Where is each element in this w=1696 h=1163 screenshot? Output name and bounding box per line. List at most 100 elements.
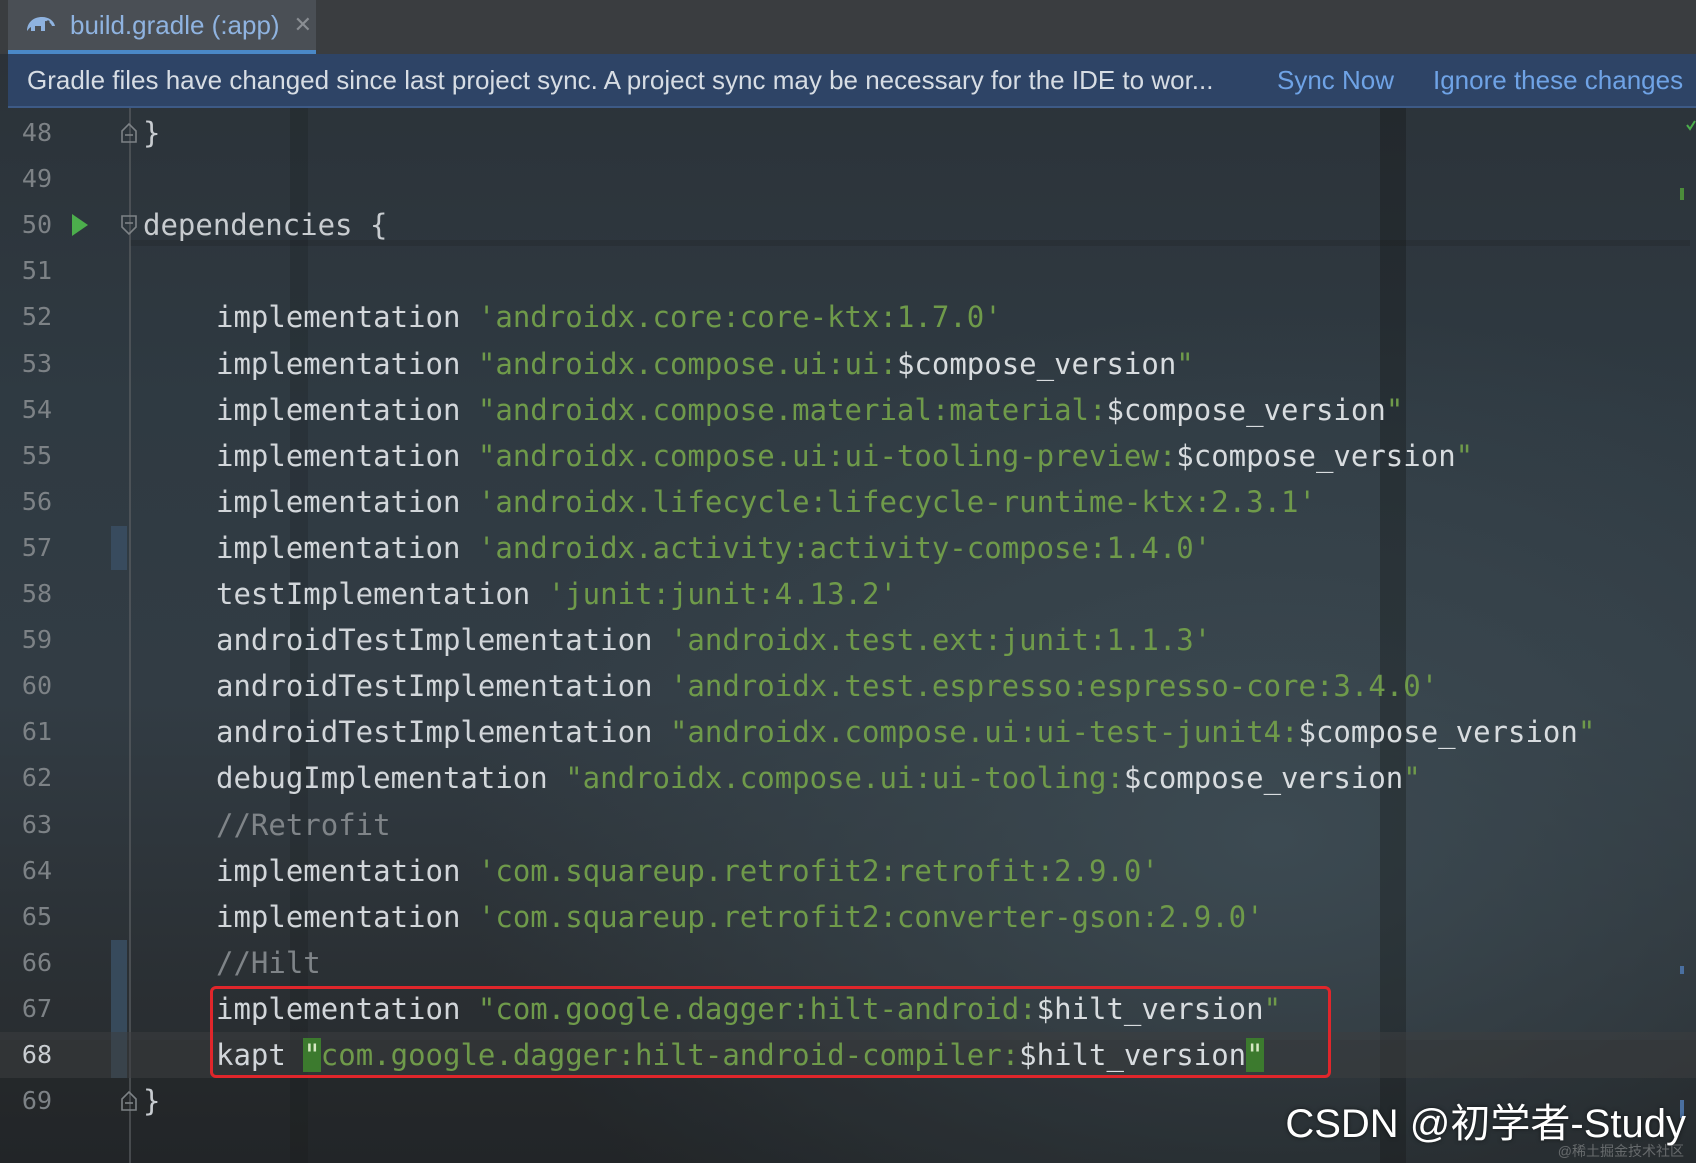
code-line[interactable]: 58 testImplementation 'junit:junit:4.13.2…	[0, 571, 1696, 617]
code-string: 'androidx.test.ext:junit:1.1.3'	[669, 623, 1212, 658]
fold-marker-icon[interactable]	[119, 122, 139, 144]
editor-tab-bar: build.gradle (:app) ✕	[0, 0, 1696, 54]
code-keyword: implementation	[216, 899, 478, 934]
gradle-sync-notification: Gradle files have changed since last pro…	[8, 54, 1696, 108]
code-text: //Retrofit	[216, 802, 391, 848]
code-keyword: implementation	[216, 300, 478, 335]
code-template-variable: $compose_version	[1106, 392, 1386, 427]
code-comment: //Hilt	[216, 945, 321, 980]
code-keyword: debugImplementation	[216, 761, 566, 796]
line-number: 49	[21, 164, 52, 194]
code-template-variable: $compose_version	[1298, 715, 1578, 750]
code-string: "androidx.compose.material:material:	[477, 392, 1107, 427]
code-text: androidTestImplementation 'androidx.test…	[216, 617, 1211, 663]
code-text: implementation "androidx.compose.materia…	[216, 387, 1403, 433]
code-line[interactable]: 50 dependencies {	[0, 202, 1696, 248]
code-text: debugImplementation "androidx.compose.ui…	[216, 755, 1421, 801]
code-line[interactable]: 52 implementation 'androidx.core:core-ktx…	[0, 294, 1696, 340]
run-gutter-icon[interactable]	[72, 214, 88, 237]
code-line[interactable]: 55 implementation "androidx.compose.ui:ui…	[0, 433, 1696, 479]
code-keyword: androidTestImplementation	[216, 623, 670, 658]
code-string: 'junit:junit:4.13.2'	[547, 577, 897, 611]
highlight-box	[210, 986, 1331, 1078]
line-number: 57	[21, 532, 52, 562]
code-text: //Hilt	[216, 940, 321, 986]
line-number: 67	[21, 993, 52, 1023]
code-keyword: implementation	[216, 484, 478, 519]
line-number: 62	[21, 763, 52, 793]
code-text: }	[143, 1084, 161, 1119]
code-text: implementation 'com.squareup.retrofit2:c…	[216, 894, 1264, 940]
code-line[interactable]: 60 androidTestImplementation 'androidx.te…	[0, 663, 1696, 709]
code-line[interactable]: 54 implementation "androidx.compose.mater…	[0, 387, 1696, 433]
line-number: 58	[21, 579, 52, 608]
code-text: }	[143, 116, 161, 150]
tab-build-gradle[interactable]: build.gradle (:app) ✕	[8, 0, 316, 54]
code-line[interactable]: 53 implementation "androidx.compose.ui:ui…	[0, 341, 1696, 387]
code-keyword: implementation	[216, 530, 478, 565]
code-line[interactable]: 65 implementation 'com.squareup.retrofit2…	[0, 894, 1696, 940]
code-line[interactable]: 57 implementation 'androidx.activity:acti…	[0, 525, 1696, 571]
ide-window: { "tab": { "icon": "gradle-elephant-icon…	[0, 0, 1696, 1163]
code-text: dependencies {	[143, 208, 388, 243]
code-string: 'com.squareup.retrofit2:retrofit:2.9.0'	[477, 853, 1159, 888]
code-string: "androidx.compose.ui:ui:	[477, 346, 897, 381]
code-text: implementation "androidx.compose.ui:ui:$…	[216, 341, 1194, 387]
code-string: "androidx.compose.ui:ui-tooling:	[565, 761, 1124, 796]
sync-now-link[interactable]: Sync Now	[1277, 65, 1394, 96]
code-string: 'androidx.test.espresso:espresso-core:3.…	[669, 669, 1439, 704]
code-template-variable: $compose_version	[896, 346, 1177, 381]
code-line[interactable]: 62 debugImplementation "androidx.compose.…	[0, 755, 1696, 801]
code-line[interactable]: 56 implementation 'androidx.lifecycle:lif…	[0, 479, 1696, 525]
code-line[interactable]: 59 androidTestImplementation 'androidx.te…	[0, 617, 1696, 663]
close-icon[interactable]: ✕	[294, 13, 312, 38]
code-line[interactable]: 51	[0, 248, 1696, 294]
line-number: 54	[21, 394, 52, 424]
code-text: implementation 'androidx.core:core-ktx:1…	[216, 294, 1002, 340]
code-text: implementation 'com.squareup.retrofit2:r…	[216, 848, 1159, 894]
code-string: "androidx.compose.ui:ui-test-junit4:	[669, 715, 1299, 750]
line-number: 51	[21, 256, 52, 286]
line-number: 52	[21, 302, 52, 332]
line-number: 56	[21, 486, 52, 516]
code-string-end: "	[1577, 715, 1596, 750]
line-number: 53	[21, 348, 52, 378]
fold-marker-icon[interactable]	[119, 214, 139, 236]
code-text: implementation 'androidx.activity:activi…	[216, 525, 1211, 571]
code-comment: //Retrofit	[216, 807, 391, 842]
code-line[interactable]: 66 //Hilt	[0, 940, 1696, 986]
code-keyword: androidTestImplementation	[216, 715, 670, 750]
code-template-variable: $compose_version	[1123, 761, 1404, 796]
code-keyword: implementation	[216, 346, 478, 381]
code-string: "androidx.compose.ui:ui-tooling-preview:	[477, 438, 1177, 473]
tab-label: build.gradle (:app)	[70, 9, 280, 40]
watermark-sub: @稀土掘金技术社区	[1557, 1143, 1684, 1159]
code-string: 'androidx.activity:activity-compose:1.4.…	[477, 530, 1212, 565]
code-line[interactable]: 63 //Retrofit	[0, 802, 1696, 848]
code-line[interactable]: 49	[0, 156, 1696, 202]
code-line[interactable]: 64 implementation 'com.squareup.retrofit2…	[0, 848, 1696, 894]
line-number: 66	[21, 947, 52, 977]
ignore-changes-link[interactable]: Ignore these changes	[1433, 65, 1683, 96]
line-number: 64	[21, 855, 52, 885]
line-number: 48	[21, 118, 52, 147]
code-template-variable: $compose_version	[1176, 438, 1456, 473]
gradle-elephant-icon	[24, 12, 58, 38]
line-number: 59	[21, 625, 52, 655]
line-number: 60	[21, 671, 52, 701]
notification-message: Gradle files have changed since last pro…	[27, 64, 1214, 95]
code-keyword: testImplementation	[216, 577, 548, 611]
code-string: 'androidx.core:core-ktx:1.7.0'	[477, 300, 1002, 335]
code-string-end: "	[1385, 392, 1404, 427]
code-string-end: "	[1403, 761, 1421, 796]
code-line[interactable]: 48}	[0, 110, 1696, 156]
code-text: testImplementation 'junit:junit:4.13.2'	[216, 571, 897, 617]
line-number: 65	[21, 901, 52, 931]
line-number: 50	[21, 210, 52, 240]
fold-marker-icon[interactable]	[119, 1090, 139, 1112]
code-string-end: "	[1455, 438, 1474, 473]
code-line[interactable]: 61 androidTestImplementation "androidx.co…	[0, 709, 1696, 755]
line-number: 63	[21, 809, 52, 839]
line-number: 55	[21, 440, 52, 470]
code-keyword: implementation	[216, 392, 478, 427]
